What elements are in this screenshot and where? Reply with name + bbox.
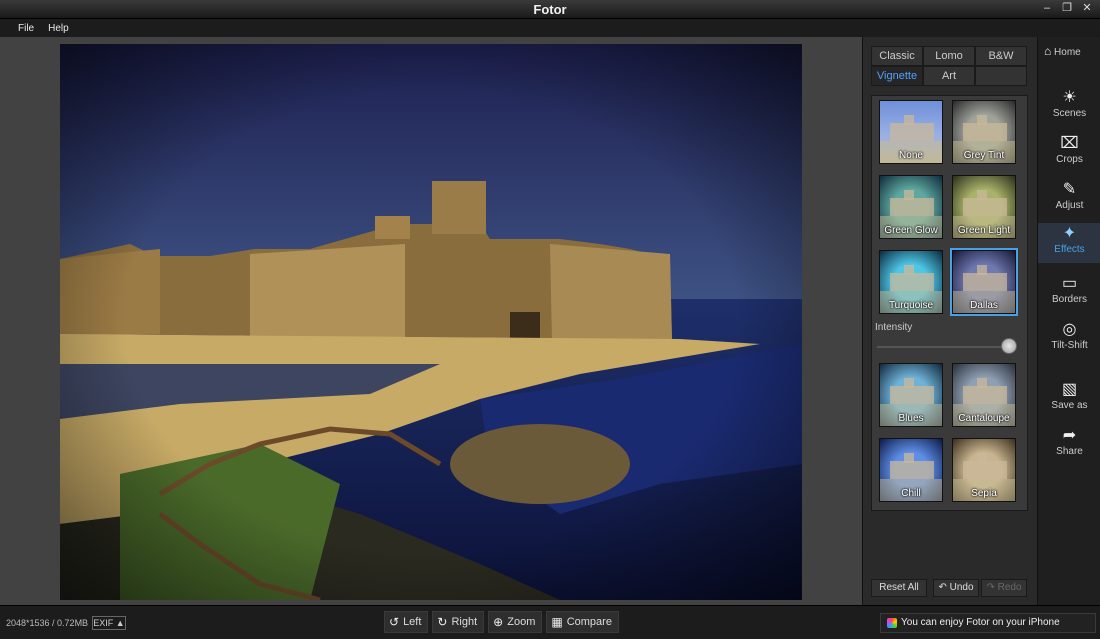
sidebar-item-borders[interactable]: ▭ Borders: [1038, 273, 1100, 313]
iphone-promo-link[interactable]: You can enjoy Fotor on your iPhone: [880, 613, 1096, 633]
tab-bw[interactable]: B&W: [975, 46, 1027, 66]
intensity-slider-handle[interactable]: [1001, 338, 1017, 354]
menu-file[interactable]: File: [18, 23, 34, 34]
effect-dallas[interactable]: Dallas: [950, 248, 1018, 316]
zoom-button[interactable]: ⊕ Zoom: [488, 611, 543, 633]
zoom-icon: ⊕: [493, 615, 504, 629]
sidebar-item-label: Borders: [1051, 294, 1087, 305]
reset-all-button[interactable]: Reset All: [871, 579, 927, 597]
intensity-slider-track[interactable]: [877, 346, 1015, 348]
effect-grey-tint[interactable]: Grey Tint: [952, 100, 1016, 164]
compare-icon: ▦: [551, 615, 563, 629]
home-icon: ⌂: [1044, 44, 1052, 58]
sidebar-item-label: Effects: [1054, 244, 1085, 255]
effect-blues[interactable]: Blues: [879, 363, 943, 427]
canvas-area: [0, 37, 862, 605]
redo-button[interactable]: ↷ Redo: [981, 579, 1027, 597]
sidebar-item-label: Save as: [1051, 400, 1088, 411]
sidebar-item-scenes[interactable]: ☀ Scenes: [1038, 87, 1100, 127]
sidebar-item-share[interactable]: ➦ Share: [1038, 425, 1100, 465]
redo-icon: ↷: [986, 582, 995, 593]
effect-label: Sepia: [971, 488, 997, 499]
sparkle-icon: ✦: [1062, 225, 1077, 242]
home-label: Home: [1054, 47, 1081, 58]
effect-turquoise[interactable]: Turquoise: [879, 250, 943, 314]
effect-sepia[interactable]: Sepia: [952, 438, 1016, 502]
rotate-left-icon: ↺: [389, 615, 400, 629]
zoom-label: Zoom: [507, 616, 536, 628]
effects-panel: Classic Lomo B&W Vignette Art None Grey …: [862, 37, 1037, 605]
home-button[interactable]: ⌂ Home: [1044, 44, 1081, 58]
effect-label: Cantaloupe: [958, 413, 1010, 424]
compare-label: Compare: [566, 616, 612, 628]
effect-cantaloupe[interactable]: Cantaloupe: [952, 363, 1016, 427]
sidebar-item-adjust[interactable]: ✎ Adjust: [1038, 179, 1100, 219]
status-bar: 2048*1536 / 0.72MB EXIF ▲ ↺ Left ↻ Right…: [0, 605, 1100, 639]
tab-art[interactable]: Art: [923, 66, 975, 86]
window-controls: – ❐ ✕: [1040, 1, 1094, 15]
redo-label: Redo: [997, 582, 1022, 593]
side-toolbar: ⌂ Home ☀ Scenes ⌧ Crops ✎ Adjust ✦ Effec…: [1037, 37, 1100, 605]
close-icon[interactable]: ✕: [1080, 1, 1094, 15]
exif-button[interactable]: EXIF ▲: [92, 616, 126, 630]
undo-icon: ↶: [938, 582, 947, 593]
effect-label: Green Light: [957, 225, 1011, 236]
window-title: Fotor: [533, 2, 567, 17]
effect-label: Chill: [901, 488, 921, 499]
effect-label: Dallas: [970, 300, 998, 311]
sidebar-item-tilt-shift[interactable]: ◎ Tilt-Shift: [1038, 319, 1100, 359]
minimize-icon[interactable]: –: [1040, 1, 1054, 15]
effect-category-tabs: Classic Lomo B&W Vignette Art: [871, 46, 1028, 87]
restore-icon[interactable]: ❐: [1060, 1, 1074, 15]
target-icon: ◎: [1062, 321, 1077, 338]
tab-empty: [975, 66, 1027, 86]
app-window: Fotor – ❐ ✕ File Help Classic Lomo B&W V…: [0, 0, 1100, 639]
sidebar-item-effects[interactable]: ✦ Effects: [1038, 223, 1100, 263]
sidebar-item-crops[interactable]: ⌧ Crops: [1038, 133, 1100, 173]
effect-label: Blues: [898, 413, 924, 424]
sidebar-item-label: Tilt-Shift: [1051, 340, 1088, 351]
sidebar-item-label: Share: [1056, 446, 1083, 457]
photo-preview[interactable]: [60, 44, 802, 600]
effect-chill[interactable]: Chill: [879, 438, 943, 502]
effect-none[interactable]: None: [879, 100, 943, 164]
crop-icon: ⌧: [1060, 135, 1079, 152]
title-bar: Fotor – ❐ ✕: [0, 0, 1100, 19]
tab-vignette[interactable]: Vignette: [871, 66, 923, 86]
frame-icon: ▭: [1061, 275, 1078, 292]
effect-label: Green Glow: [884, 225, 938, 236]
rotate-left-button[interactable]: ↺ Left: [384, 611, 429, 633]
tab-classic[interactable]: Classic: [871, 46, 923, 66]
sidebar-item-label: Adjust: [1055, 200, 1084, 211]
view-tools: ↺ Left ↻ Right ⊕ Zoom ▦ Compare: [384, 611, 619, 633]
menu-bar: File Help: [0, 19, 1100, 37]
rotate-right-icon: ↻: [437, 615, 448, 629]
rotate-left-label: Left: [403, 616, 422, 628]
rotate-right-label: Right: [451, 616, 478, 628]
sidebar-item-label: Crops: [1056, 154, 1083, 165]
effect-label: None: [899, 150, 923, 161]
image-info: 2048*1536 / 0.72MB: [6, 618, 89, 628]
effect-label: Turquoise: [888, 300, 934, 311]
fotor-logo-icon: [887, 618, 897, 628]
menu-help[interactable]: Help: [48, 23, 69, 34]
sidebar-item-save-as[interactable]: ▧ Save as: [1038, 379, 1100, 419]
tab-lomo[interactable]: Lomo: [923, 46, 975, 66]
effect-label: Grey Tint: [963, 150, 1005, 161]
compare-button[interactable]: ▦ Compare: [546, 611, 619, 633]
intensity-label: Intensity: [875, 322, 913, 333]
effect-green-glow[interactable]: Green Glow: [879, 175, 943, 239]
photo-illustration: [60, 44, 802, 600]
promo-text: You can enjoy Fotor on your iPhone: [901, 617, 1060, 628]
undo-label: Undo: [949, 582, 974, 593]
sun-icon: ☀: [1062, 89, 1077, 106]
share-icon: ➦: [1062, 427, 1077, 444]
sidebar-item-label: Scenes: [1052, 108, 1087, 119]
rotate-right-button[interactable]: ↻ Right: [432, 611, 485, 633]
effect-green-light[interactable]: Green Light: [952, 175, 1016, 239]
pencil-icon: ✎: [1062, 181, 1077, 198]
undo-button[interactable]: ↶ Undo: [933, 579, 979, 597]
save-icon: ▧: [1061, 381, 1078, 398]
